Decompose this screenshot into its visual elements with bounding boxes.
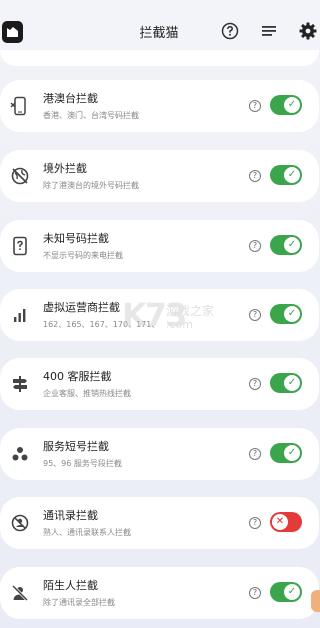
rule-card-overseas: 境外拦截 除了港澳台的境外号码拦截 ? ✓ [0,150,319,202]
rule-card-virtual-operator: 虚拟运营商拦截 162、165、167、170、171、 ? ✓ [0,289,319,341]
close-icon: ✕ [272,514,288,530]
rule-card-stranger: 陌生人拦截 除了通讯录全部拦截 ? ✓ [0,567,319,619]
card-subtitle: 熟人、通讯录联系人拦截 [43,528,131,537]
app-logo-icon[interactable] [2,21,23,43]
card-subtitle: 除了通讯录全部拦截 [43,598,115,607]
rule-toggle[interactable]: ✓ [270,443,302,463]
unknown-number-icon [10,236,30,256]
rule-toggle[interactable]: ✓ [270,582,302,602]
help-icon[interactable] [221,22,239,40]
card-subtitle: 除了港澳台的境外号码拦截 [43,181,139,190]
rule-card-unknown: 未知号码拦截 不显示号码的来电拦截 ? ✓ [0,220,319,272]
check-icon: ✓ [284,167,300,183]
help-circle-icon[interactable]: ? [249,378,261,390]
check-icon: ✓ [284,237,300,253]
card-subtitle: 不显示号码的来电拦截 [43,251,123,260]
rule-toggle[interactable]: ✓ [270,165,302,185]
card-title: 境外拦截 [43,162,87,175]
card-title: 虚拟运营商拦截 [43,301,120,314]
rule-toggle[interactable]: ✕ [270,512,302,532]
list-icon[interactable] [260,22,278,40]
help-circle-icon[interactable]: ? [249,170,261,182]
card-subtitle: 企业客服、推销热线拦截 [43,389,131,398]
rule-card-short-number: 服务短号拦截 95、96 服务号段拦截 ? ✓ [0,428,319,480]
check-icon: ✓ [284,584,300,600]
help-circle-icon[interactable]: ? [249,309,261,321]
side-handle[interactable] [311,590,320,612]
rule-card-400-service: 400 客服拦截 企业客服、推销热线拦截 ? ✓ [0,358,319,410]
signal-bars-icon [10,305,30,325]
rule-card-contacts: 通讯录拦截 熟人、通讯录联系人拦截 ? ✕ [0,497,319,549]
check-icon: ✓ [284,306,300,322]
rule-card-hkmt: 港澳台拦截 香港、澳门、台湾号码拦截 ? ✓ [0,80,319,132]
signpost-icon [10,374,30,394]
card-title: 港澳台拦截 [43,92,98,105]
card-subtitle: 香港、澳门、台湾号码拦截 [43,111,139,120]
previous-card-edge [0,50,319,66]
phone-cancel-icon [10,96,30,116]
card-subtitle: 162、165、167、170、171、 [43,320,160,329]
rule-toggle[interactable]: ✓ [270,373,302,393]
card-title: 陌生人拦截 [43,579,98,592]
card-title: 400 客服拦截 [43,370,112,383]
check-icon: ✓ [284,375,300,391]
page-title: 拦截猫 [139,26,179,41]
rule-toggle[interactable]: ✓ [270,235,302,255]
person-off-icon [10,583,30,603]
help-circle-icon[interactable]: ? [249,448,261,460]
card-subtitle: 95、96 服务号段拦截 [43,459,122,468]
help-circle-icon[interactable]: ? [249,100,261,112]
help-circle-icon[interactable]: ? [249,240,261,252]
check-icon: ✓ [284,445,300,461]
card-title: 未知号码拦截 [43,232,109,245]
help-circle-icon[interactable]: ? [249,587,261,599]
three-dots-icon [10,444,30,464]
gear-icon[interactable] [299,22,317,40]
rule-toggle[interactable]: ✓ [270,304,302,324]
help-circle-icon[interactable]: ? [249,517,261,529]
contacts-block-icon [10,513,30,533]
rule-toggle[interactable]: ✓ [270,95,302,115]
globe-off-icon [10,166,30,186]
check-icon: ✓ [284,97,300,113]
card-title: 服务短号拦截 [43,440,109,453]
card-title: 通讯录拦截 [43,509,98,522]
